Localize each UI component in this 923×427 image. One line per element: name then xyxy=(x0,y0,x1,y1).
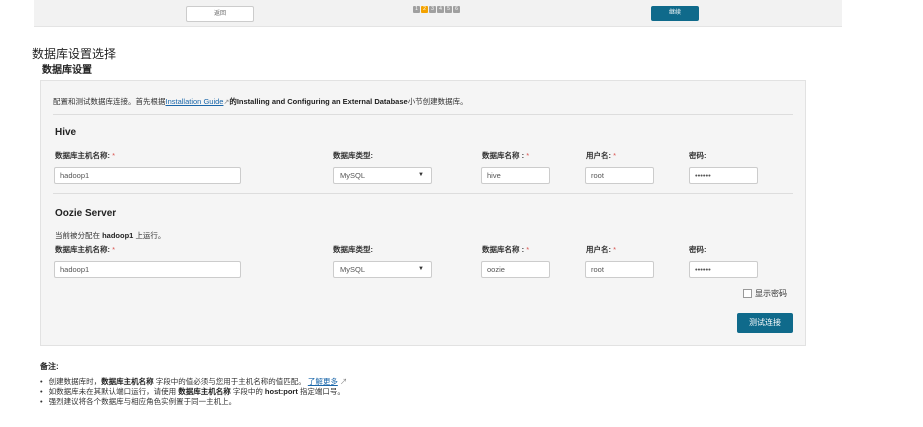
notes-title: 备注: xyxy=(40,362,59,371)
hive-user-input[interactable]: root xyxy=(585,167,654,184)
step-6[interactable]: 6 xyxy=(453,6,460,13)
show-password-label: 显示密码 xyxy=(755,289,787,298)
oozie-dbname-label: 数据库名称 : * xyxy=(482,245,530,254)
oozie-host-label: 数据库主机名称: * xyxy=(55,245,116,254)
oozie-password-input[interactable]: •••••• xyxy=(689,261,758,278)
show-password-toggle[interactable]: 显示密码 xyxy=(743,288,787,299)
hive-type-select[interactable]: MySQL ▼ xyxy=(333,167,432,184)
list-item: 创建数据库时，数据库主机名称 字段中的值必须与您用于主机名称的值匹配。 了解更多… xyxy=(40,377,348,387)
intro-bold: 的Installing and Configuring an External … xyxy=(229,97,408,106)
chevron-down-icon: ▼ xyxy=(418,172,424,178)
hive-dbname-label: 数据库名称 : * xyxy=(482,151,530,160)
wizard-footer-bar: 返回 1 2 3 4 5 6 继续 xyxy=(34,0,842,27)
wizard-steps: 1 2 3 4 5 6 xyxy=(413,6,460,13)
external-link-icon: ↗ xyxy=(339,377,348,386)
step-5[interactable]: 5 xyxy=(445,6,452,13)
step-3[interactable]: 3 xyxy=(429,6,436,13)
hive-password-input[interactable]: •••••• xyxy=(689,167,758,184)
continue-button[interactable]: 继续 xyxy=(651,6,699,21)
oozie-title: Oozie Server xyxy=(55,208,117,219)
list-item: 如数据库未在其默认端口运行，请使用 数据库主机名称 字段中的 host:port… xyxy=(40,387,347,397)
hive-title: Hive xyxy=(55,127,77,138)
divider xyxy=(53,114,793,115)
hive-host-label: 数据库主机名称: * xyxy=(55,151,116,160)
step-1[interactable]: 1 xyxy=(413,6,420,13)
chevron-down-icon: ▼ xyxy=(418,266,424,272)
oozie-user-label: 用户名: * xyxy=(586,245,617,254)
installation-guide-link[interactable]: Installation Guide xyxy=(166,97,224,106)
hive-type-label: 数据库类型: xyxy=(333,151,373,160)
list-item: 强烈建议将各个数据库与相应角色实例置于同一主机上。 xyxy=(40,397,347,407)
oozie-type-label: 数据库类型: xyxy=(333,245,373,254)
intro-prefix: 配置和测试数据库连接。首先根据 xyxy=(53,97,166,106)
hive-dbname-input[interactable]: hive xyxy=(481,167,550,184)
hive-password-label: 密码: xyxy=(689,151,707,160)
learn-more-link[interactable]: 了解更多 xyxy=(308,377,338,386)
database-settings-panel: 配置和测试数据库连接。首先根据Installation Guide↗的Insta… xyxy=(40,80,806,346)
oozie-password-label: 密码: xyxy=(689,245,707,254)
oozie-host-input[interactable]: hadoop1 xyxy=(54,261,241,278)
oozie-type-select[interactable]: MySQL ▼ xyxy=(333,261,432,278)
step-2[interactable]: 2 xyxy=(421,6,428,13)
notes-list: 创建数据库时，数据库主机名称 字段中的值必须与您用于主机名称的值匹配。 了解更多… xyxy=(40,377,348,407)
hive-user-label: 用户名: * xyxy=(586,151,617,160)
intro-suffix: 小节创建数据库。 xyxy=(407,97,468,106)
page-title: 数据库设置选择 xyxy=(32,47,117,61)
hive-host-input[interactable]: hadoop1 xyxy=(54,167,241,184)
show-password-checkbox[interactable] xyxy=(743,289,752,298)
oozie-dbname-input[interactable]: oozie xyxy=(481,261,550,278)
back-button[interactable]: 返回 xyxy=(186,6,254,22)
section-title: 数据库设置 xyxy=(42,65,92,76)
intro-text: 配置和测试数据库连接。首先根据Installation Guide↗的Insta… xyxy=(53,96,468,107)
test-connection-button[interactable]: 测试连接 xyxy=(737,313,793,333)
oozie-user-input[interactable]: root xyxy=(585,261,654,278)
oozie-running-text: 当前被分配在 hadoop1 上运行。 xyxy=(55,231,166,240)
step-4[interactable]: 4 xyxy=(437,6,444,13)
divider xyxy=(53,193,793,194)
